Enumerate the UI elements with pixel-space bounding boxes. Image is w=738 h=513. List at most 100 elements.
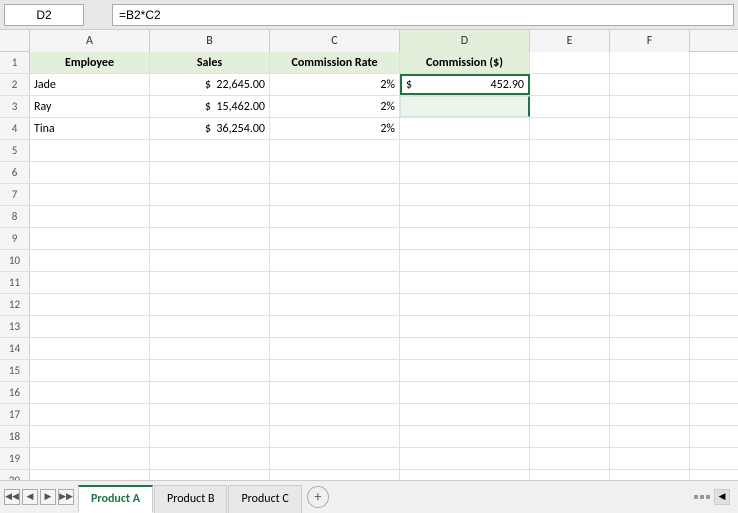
row-number: 11 <box>0 272 30 293</box>
cell-a5[interactable] <box>30 140 150 161</box>
cell-f3[interactable] <box>610 96 690 117</box>
row-number: 20 <box>0 470 30 480</box>
table-row: 9 <box>0 228 738 250</box>
tab-product-c[interactable]: Product C <box>228 485 301 513</box>
scroll-dot <box>694 495 698 499</box>
formula-bar-area <box>0 0 738 30</box>
scroll-left-button[interactable]: ◀ <box>714 489 730 505</box>
row-number: 16 <box>0 382 30 403</box>
nav-next-tab[interactable]: ▶ <box>40 489 56 505</box>
cell-f5[interactable] <box>610 140 690 161</box>
row-number: 18 <box>0 426 30 447</box>
cell-d2[interactable]: $ 452.90 <box>400 74 530 95</box>
tab-product-a[interactable]: Product A <box>78 485 153 513</box>
col-header-a[interactable]: A <box>30 30 150 52</box>
row-number: 10 <box>0 250 30 271</box>
sheet-area: 1 Employee Sales Commission Rate Commiss… <box>0 52 738 480</box>
currency-symbol: $ <box>406 78 412 92</box>
row-number: 3 <box>0 96 30 117</box>
nav-last-tab[interactable]: ▶▶ <box>58 489 74 505</box>
cell-c4[interactable]: 2% <box>270 118 400 139</box>
cell-c1[interactable]: Commission Rate <box>270 52 400 73</box>
cell-a4[interactable]: Tina <box>30 118 150 139</box>
col-header-e[interactable]: E <box>530 30 610 52</box>
table-row: 3 Ray $ 15,462.00 2% <box>0 96 738 118</box>
cell-a2[interactable]: Jade <box>30 74 150 95</box>
sheet-tabs: Product A Product B Product C + <box>78 481 329 513</box>
cell-f4[interactable] <box>610 118 690 139</box>
cell-value: 452.90 <box>414 78 524 92</box>
cell-b1[interactable]: Sales <box>150 52 270 73</box>
col-header-f[interactable]: F <box>610 30 690 52</box>
cell-c2[interactable]: 2% <box>270 74 400 95</box>
table-row: 16 <box>0 382 738 404</box>
cell-e1[interactable] <box>530 52 610 73</box>
cell-e4[interactable] <box>530 118 610 139</box>
table-row: 13 <box>0 316 738 338</box>
row-number: 9 <box>0 228 30 249</box>
row-number: 4 <box>0 118 30 139</box>
row-header-spacer <box>0 30 30 51</box>
row-number: 5 <box>0 140 30 161</box>
cell-f2[interactable] <box>610 74 690 95</box>
col-header-d[interactable]: D <box>400 30 530 52</box>
row-number: 7 <box>0 184 30 205</box>
cell-c5[interactable] <box>270 140 400 161</box>
cell-e2[interactable] <box>530 74 610 95</box>
col-header-b[interactable]: B <box>150 30 270 52</box>
cell-e5[interactable] <box>530 140 610 161</box>
row-number: 14 <box>0 338 30 359</box>
cell-b5[interactable] <box>150 140 270 161</box>
row-number: 12 <box>0 294 30 315</box>
nav-first-tab[interactable]: ◀◀ <box>4 489 20 505</box>
name-box[interactable] <box>4 4 84 26</box>
add-sheet-button[interactable]: + <box>307 486 329 508</box>
table-row: 20 <box>0 470 738 480</box>
nav-prev-tab[interactable]: ◀ <box>22 489 38 505</box>
row-number: 15 <box>0 360 30 381</box>
row-number: 1 <box>0 52 30 73</box>
row-number: 8 <box>0 206 30 227</box>
cell-c3[interactable]: 2% <box>270 96 400 117</box>
table-row: 6 <box>0 162 738 184</box>
table-row: 8 <box>0 206 738 228</box>
col-header-c[interactable]: C <box>270 30 400 52</box>
table-row: 19 <box>0 448 738 470</box>
tab-product-b[interactable]: Product B <box>154 485 227 513</box>
sheet-navigation: ◀◀ ◀ ▶ ▶▶ <box>0 489 78 505</box>
table-row: 2 Jade $ 22,645.00 2% $ 452.90 <box>0 74 738 96</box>
row-number: 2 <box>0 74 30 95</box>
row-number: 19 <box>0 448 30 469</box>
cell-e3[interactable] <box>530 96 610 117</box>
cell-d5[interactable] <box>400 140 530 161</box>
spreadsheet: 1 Employee Sales Commission Rate Commiss… <box>0 52 738 480</box>
formula-input[interactable] <box>112 4 734 26</box>
row-number: 17 <box>0 404 30 425</box>
scroll-indicator <box>694 495 710 499</box>
cell-b2[interactable]: $ 22,645.00 <box>150 74 270 95</box>
table-row: 15 <box>0 360 738 382</box>
row-number: 6 <box>0 162 30 183</box>
table-row: 10 <box>0 250 738 272</box>
column-headers: A B C D E F <box>0 30 738 52</box>
cell-d4[interactable] <box>400 118 530 139</box>
cell-b3[interactable]: $ 15,462.00 <box>150 96 270 117</box>
table-row: 5 <box>0 140 738 162</box>
bottom-area: ◀◀ ◀ ▶ ▶▶ Product A Product B Product C … <box>0 480 738 512</box>
cell-a3[interactable]: Ray <box>30 96 150 117</box>
row-number: 13 <box>0 316 30 337</box>
rows-wrapper: 1 Employee Sales Commission Rate Commiss… <box>0 52 738 480</box>
cell-a1[interactable]: Employee <box>30 52 150 73</box>
table-row: 11 <box>0 272 738 294</box>
bottom-right-area: ◀ <box>329 489 738 505</box>
table-row: 1 Employee Sales Commission Rate Commiss… <box>0 52 738 74</box>
cell-d3[interactable] <box>400 96 530 117</box>
table-row: 14 <box>0 338 738 360</box>
table-row: 18 <box>0 426 738 448</box>
cell-f1[interactable] <box>610 52 690 73</box>
cell-b4[interactable]: $ 36,254.00 <box>150 118 270 139</box>
table-row: 12 <box>0 294 738 316</box>
table-row: 4 Tina $ 36,254.00 2% <box>0 118 738 140</box>
cell-d1[interactable]: Commission ($) <box>400 52 530 73</box>
table-row: 7 <box>0 184 738 206</box>
